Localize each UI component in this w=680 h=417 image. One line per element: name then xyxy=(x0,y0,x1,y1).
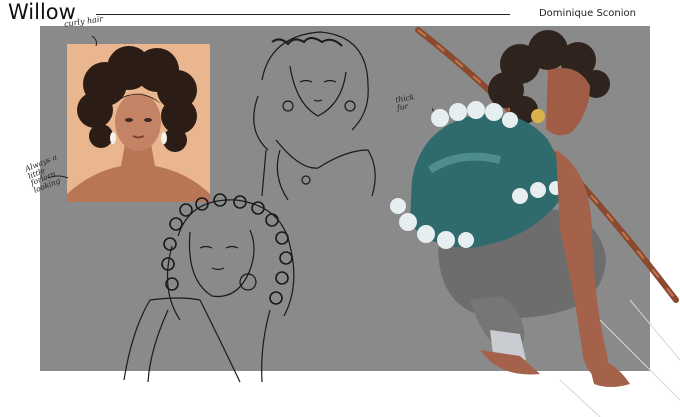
head-sketch-curly xyxy=(123,193,295,383)
crouching-figure-illustration xyxy=(390,30,680,417)
head-sketch-hooded xyxy=(253,31,376,201)
curly-arrow xyxy=(91,35,97,47)
forlorn-arrow xyxy=(47,175,69,179)
sketch-layer xyxy=(47,27,680,417)
